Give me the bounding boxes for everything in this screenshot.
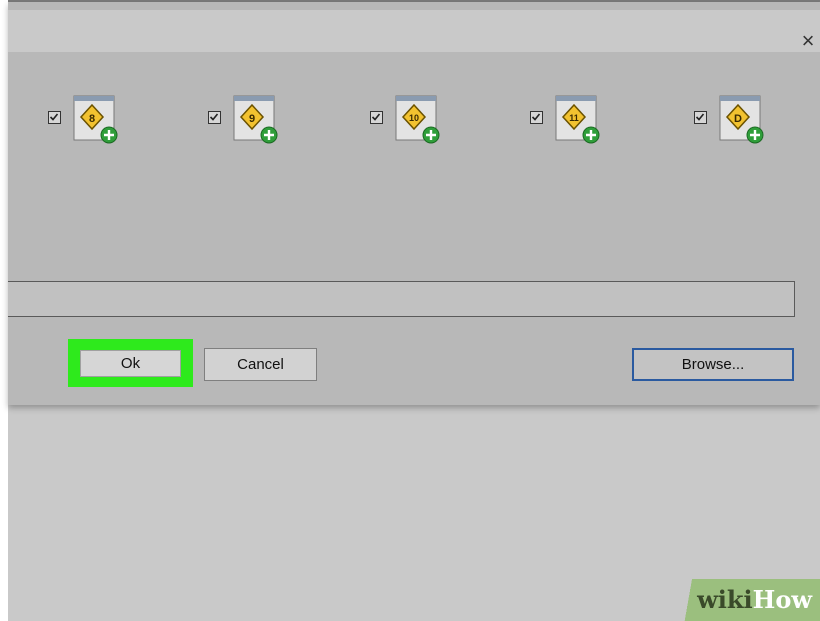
browse-button[interactable]: Browse... <box>632 348 794 381</box>
checkmark-icon <box>49 113 59 121</box>
icon-label: 11 <box>569 113 579 123</box>
checkmark-icon <box>209 113 219 121</box>
app-version-10-icon[interactable]: 10 <box>394 95 442 145</box>
wikihow-watermark: wikiHow <box>670 579 820 621</box>
app-version-d-icon[interactable]: D <box>718 95 766 145</box>
checkmark-icon <box>531 113 541 121</box>
checkbox-10[interactable] <box>370 111 383 124</box>
dialog-window: × 8 9 10 11 D Ok Cancel Browse... <box>8 2 820 405</box>
icon-label: D <box>734 113 742 125</box>
checkmark-icon <box>695 113 705 121</box>
checkmark-icon <box>371 113 381 121</box>
app-version-9-icon[interactable]: 9 <box>232 95 280 145</box>
icon-label: 9 <box>249 113 255 125</box>
app-version-11-icon[interactable]: 11 <box>554 95 602 145</box>
watermark-wiki: wiki <box>697 585 753 614</box>
watermark-how: How <box>752 585 812 614</box>
app-version-8-icon[interactable]: 8 <box>72 95 120 145</box>
icon-label: 10 <box>409 113 419 123</box>
checkbox-9[interactable] <box>208 111 221 124</box>
checkbox-11[interactable] <box>530 111 543 124</box>
checkbox-d[interactable] <box>694 111 707 124</box>
checkbox-8[interactable] <box>48 111 61 124</box>
cancel-button[interactable]: Cancel <box>204 348 317 381</box>
ok-button[interactable]: Ok <box>80 350 181 377</box>
background-strip <box>0 0 8 621</box>
dialog-titlebar: × <box>8 10 820 52</box>
path-input[interactable] <box>8 281 795 317</box>
close-button[interactable]: × <box>796 30 820 54</box>
icon-label: 8 <box>89 113 95 125</box>
icon-options-row: 8 9 10 11 D <box>8 90 820 150</box>
